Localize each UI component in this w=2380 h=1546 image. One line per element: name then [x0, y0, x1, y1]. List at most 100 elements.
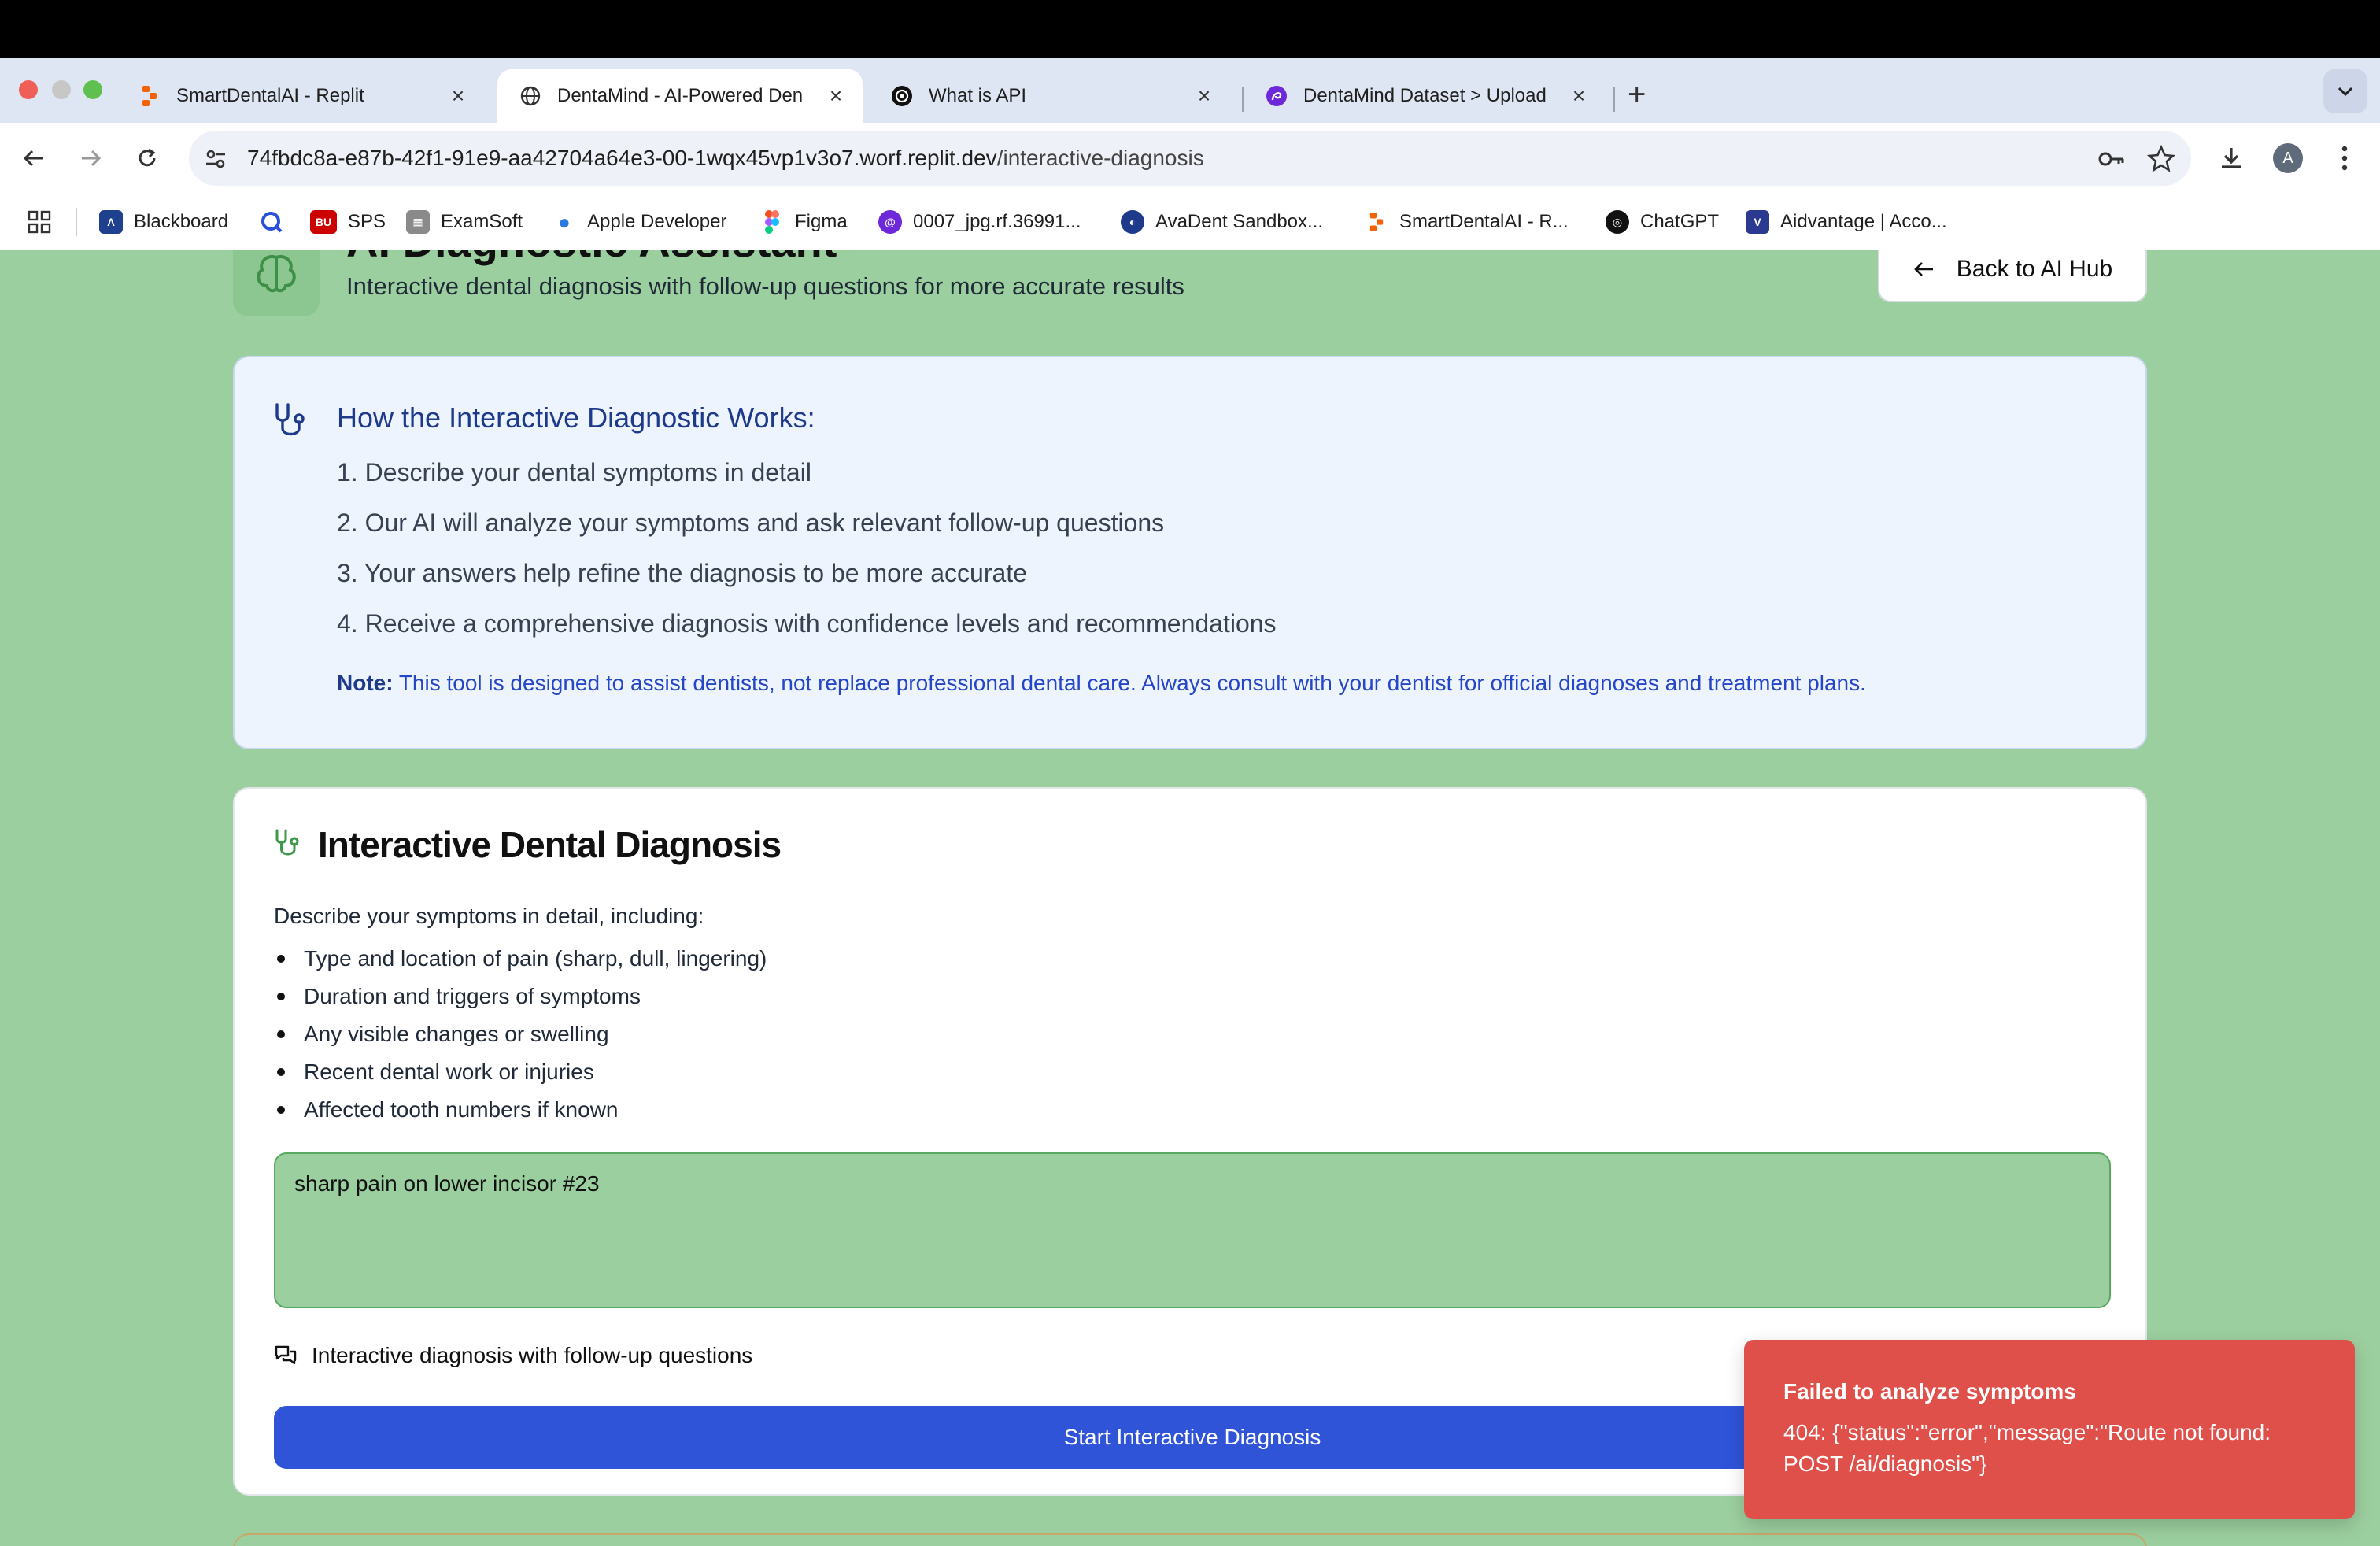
bookmarks-bar: Λ Blackboard BU SPS ▦ ExamSoft ● Apple Devel… — [0, 194, 2380, 250]
q-icon — [260, 210, 283, 234]
bookmark-q[interactable] — [260, 194, 294, 250]
downloads-button[interactable] — [2213, 140, 2249, 176]
tab-title: DentaMind - AI-Powered Den — [557, 85, 804, 106]
bookmark-roboflow-image[interactable]: @0007_jpg.rf.36991... — [878, 194, 1081, 250]
close-window-icon[interactable] — [19, 80, 38, 99]
error-toast[interactable]: Failed to analyze symptoms 404: {"status… — [1744, 1340, 2355, 1519]
tab-title: DentaMind Dataset > Upload — [1303, 85, 1547, 106]
bookmark-sps[interactable]: BU SPS — [310, 194, 386, 250]
arrow-right-icon — [82, 150, 102, 167]
star-icon[interactable] — [2147, 145, 2175, 173]
bookmark-label: Figma — [795, 211, 848, 232]
list-item: Duration and triggers of symptoms — [274, 981, 767, 1019]
stethoscope-icon — [275, 403, 305, 436]
next-section-card — [233, 1533, 2147, 1546]
diagnosis-title: Interactive Dental Diagnosis — [318, 824, 782, 865]
tab-title: SmartDentalAI - Replit — [176, 85, 364, 106]
back-button[interactable] — [16, 140, 52, 176]
more-vertical-icon — [2341, 146, 2348, 171]
bookmark-smartdentalai[interactable]: SmartDentalAI - R... — [1365, 194, 1569, 250]
openai-icon: ◎ — [1606, 210, 1629, 234]
tab-dentamind[interactable]: DentaMind - AI-Powered Den × — [497, 69, 863, 123]
bookmark-aidvantage[interactable]: V Aidvantage | Acco... — [1746, 194, 1947, 250]
forward-button[interactable] — [72, 140, 109, 176]
diagnosis-mode: Interactive diagnosis with follow-up que… — [274, 1340, 752, 1371]
chevron-down-icon — [2338, 87, 2353, 97]
openai-icon — [891, 85, 913, 107]
minimize-window-icon[interactable] — [52, 80, 71, 99]
toast-message: 404: {"status":"error","message":"Route … — [1783, 1420, 2271, 1476]
browser-menu-button[interactable] — [2326, 140, 2363, 176]
back-to-ai-hub-button[interactable]: Back to AI Hub — [1878, 250, 2147, 302]
globe-icon — [519, 85, 541, 107]
key-icon[interactable] — [2097, 145, 2125, 173]
close-tab-icon[interactable]: × — [447, 83, 469, 109]
symptoms-input[interactable]: sharp pain on lower incisor #23 — [274, 1152, 2111, 1308]
bookmark-apple-developer[interactable]: ● Apple Developer — [552, 194, 726, 250]
apple-icon: ● — [558, 209, 571, 234]
bookmark-divider — [76, 208, 77, 236]
bookmark-chatgpt[interactable]: ◎ ChatGPT — [1606, 194, 1719, 250]
disclaimer-note: Note: This tool is designed to assist de… — [337, 671, 1866, 696]
list-item: Any visible changes or swelling — [274, 1019, 767, 1056]
replit-icon — [139, 85, 161, 107]
note-text: This tool is designed to assist dentists… — [393, 671, 1866, 695]
page-title: AI Diagnostic Assistant — [346, 250, 837, 267]
examsoft-icon: ▦ — [406, 210, 430, 234]
note-label: Note: — [337, 671, 394, 695]
bookmark-examsoft[interactable]: ▦ ExamSoft — [406, 194, 523, 250]
list-item: 1. Describe your dental symptoms in deta… — [337, 458, 811, 486]
how-it-works-card: How the Interactive Diagnostic Works: 1.… — [233, 356, 2147, 749]
url-path: /interactive-diagnosis — [996, 146, 1204, 170]
bookmark-label: ExamSoft — [441, 211, 523, 232]
arrow-left-icon — [1913, 262, 1933, 276]
url-host: 74fbdc8a-e87b-42f1-91e9-aa42704a64e3-00-… — [247, 146, 997, 170]
site-settings-icon[interactable] — [203, 146, 228, 172]
bookmark-label: Aidvantage | Acco... — [1780, 211, 1947, 232]
diagnosis-mode-label: Interactive diagnosis with follow-up que… — [312, 1343, 753, 1367]
chat-bubbles-icon — [275, 1345, 297, 1365]
list-item: 3. Your answers help refine the diagnosi… — [337, 559, 1027, 587]
arrow-left-icon — [23, 150, 42, 167]
tab-separator — [1613, 87, 1615, 112]
roboflow-icon: @ — [878, 210, 902, 234]
tab-what-is-api[interactable]: What is API × — [869, 69, 1231, 123]
page-subtitle: Interactive dental diagnosis with follow… — [346, 272, 1184, 300]
bookmark-blackboard[interactable]: Λ Blackboard — [99, 194, 228, 250]
maximize-window-icon[interactable] — [83, 80, 102, 99]
info-title: How the Interactive Diagnostic Works: — [337, 401, 815, 434]
aidvantage-icon: V — [1746, 210, 1769, 234]
url-text: 74fbdc8a-e87b-42f1-91e9-aa42704a64e3-00-… — [247, 131, 1204, 186]
diagnosis-intro: Describe your symptoms in detail, includ… — [274, 904, 704, 928]
list-item: Recent dental work or injuries — [274, 1056, 767, 1094]
symptom-guidance-list: Type and location of pain (sharp, dull, … — [274, 943, 767, 1132]
roboflow-icon — [1266, 85, 1288, 107]
list-item: 4. Receive a comprehensive diagnosis wit… — [337, 609, 1277, 638]
replit-icon — [1365, 210, 1388, 234]
bookmark-apps[interactable] — [27, 194, 52, 250]
blackboard-icon: Λ — [99, 210, 123, 234]
profile-button[interactable]: A — [2270, 140, 2306, 176]
reload-button[interactable] — [129, 140, 165, 176]
close-tab-icon[interactable]: × — [825, 83, 847, 109]
back-button-label: Back to AI Hub — [1956, 256, 2113, 282]
list-item: 2. Our AI will analyze your symptoms and… — [337, 509, 1165, 537]
avadent-icon: ◐ — [1121, 210, 1144, 234]
bookmark-figma[interactable]: Figma — [760, 194, 848, 250]
brain-icon — [233, 250, 320, 316]
tab-smartdentalai-replit[interactable]: SmartDentalAI - Replit × — [116, 69, 485, 123]
download-icon — [2222, 148, 2241, 168]
address-bar[interactable]: 74fbdc8a-e87b-42f1-91e9-aa42704a64e3-00-… — [189, 131, 2191, 186]
avatar: A — [2273, 143, 2303, 173]
bookmark-label: Apple Developer — [587, 211, 727, 232]
bookmark-avadent[interactable]: ◐ AvaDent Sandbox... — [1121, 194, 1323, 250]
close-tab-icon[interactable]: × — [1193, 83, 1215, 109]
close-tab-icon[interactable]: × — [1568, 83, 1590, 109]
list-item: Affected tooth numbers if known — [274, 1094, 767, 1132]
toast-title: Failed to analyze symptoms — [1783, 1379, 2076, 1404]
new-tab-button[interactable]: + — [1628, 79, 1646, 110]
stethoscope-icon — [275, 829, 299, 856]
bookmark-label: 0007_jpg.rf.36991... — [913, 211, 1081, 232]
tab-search-button[interactable] — [2323, 69, 2367, 113]
tab-dentamind-dataset[interactable]: DentaMind Dataset > Upload × — [1244, 69, 1606, 123]
